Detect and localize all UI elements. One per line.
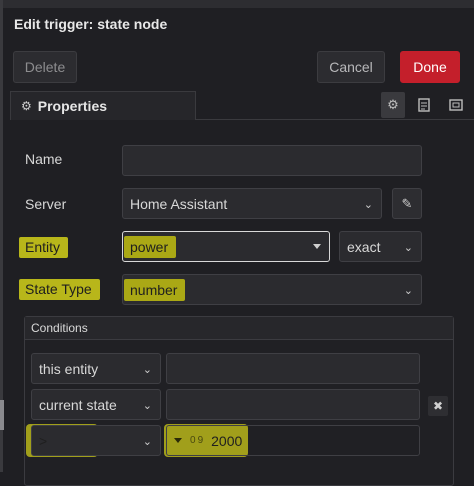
- condition-3-operator: >: [39, 432, 48, 449]
- edit-server-button[interactable]: ✎: [392, 188, 422, 219]
- condition-2-value-input[interactable]: [166, 389, 420, 420]
- entity-input[interactable]: power: [122, 231, 330, 262]
- tab-settings-icon[interactable]: ⚙: [381, 92, 405, 118]
- delete-button[interactable]: Delete: [13, 51, 77, 83]
- server-select-value: Home Assistant: [130, 195, 228, 212]
- condition-3-value: 2000: [211, 432, 243, 449]
- condition-3-value-input[interactable]: 0 9 2000: [166, 425, 420, 456]
- state-type-label: State Type: [19, 279, 100, 300]
- number-type-icon[interactable]: 0 9: [190, 435, 203, 446]
- done-button[interactable]: Done: [400, 51, 460, 83]
- chevron-down-icon: ⌄: [403, 242, 413, 254]
- remove-condition-button[interactable]: ✖: [428, 396, 448, 416]
- tab-properties[interactable]: ⚙ Properties: [10, 91, 196, 120]
- left-edge-handle[interactable]: [0, 400, 4, 430]
- chevron-down-icon: ⌄: [142, 364, 152, 376]
- pencil-icon: ✎: [401, 195, 413, 211]
- gear-icon: ⚙: [21, 99, 32, 113]
- entity-input-value: power: [124, 235, 177, 258]
- state-type-value: number: [124, 278, 186, 301]
- tab-properties-label: Properties: [37, 98, 108, 114]
- chevron-down-icon: ⌄: [403, 285, 413, 297]
- dialog-title: Edit trigger: state node: [14, 16, 168, 32]
- condition-3-operator-select[interactable]: > ⌄: [31, 425, 161, 456]
- conditions-header: Conditions: [25, 317, 453, 340]
- cancel-button[interactable]: Cancel: [317, 51, 385, 83]
- server-select[interactable]: Home Assistant ⌄: [122, 188, 382, 219]
- name-input[interactable]: [122, 145, 422, 176]
- top-strip: [0, 0, 474, 8]
- dropdown-caret-icon: [313, 244, 321, 249]
- tab-description-icon[interactable]: [412, 92, 436, 118]
- condition-2-subject: current state: [39, 396, 117, 413]
- state-type-select[interactable]: number ⌄: [122, 274, 422, 305]
- chevron-down-icon: ⌄: [142, 436, 152, 448]
- condition-1-subject: this entity: [39, 360, 99, 377]
- entity-match-value: exact: [347, 238, 381, 255]
- tab-appearance-icon[interactable]: [444, 92, 468, 118]
- condition-2-subject-select[interactable]: current state ⌄: [31, 389, 161, 420]
- name-label: Name: [25, 151, 63, 167]
- state-type-label-text: State Type: [19, 279, 100, 300]
- close-icon: ✖: [432, 399, 444, 413]
- server-label: Server: [25, 196, 67, 212]
- condition-1-subject-select[interactable]: this entity ⌄: [31, 353, 161, 384]
- entity-match-select[interactable]: exact ⌄: [339, 231, 422, 262]
- type-dropdown-caret-icon[interactable]: [174, 438, 182, 443]
- condition-1-value-input[interactable]: [166, 353, 420, 384]
- entity-label: Entity: [19, 237, 69, 258]
- chevron-down-icon: ⌄: [363, 199, 373, 211]
- entity-label-text: Entity: [19, 237, 69, 258]
- chevron-down-icon: ⌄: [142, 400, 152, 412]
